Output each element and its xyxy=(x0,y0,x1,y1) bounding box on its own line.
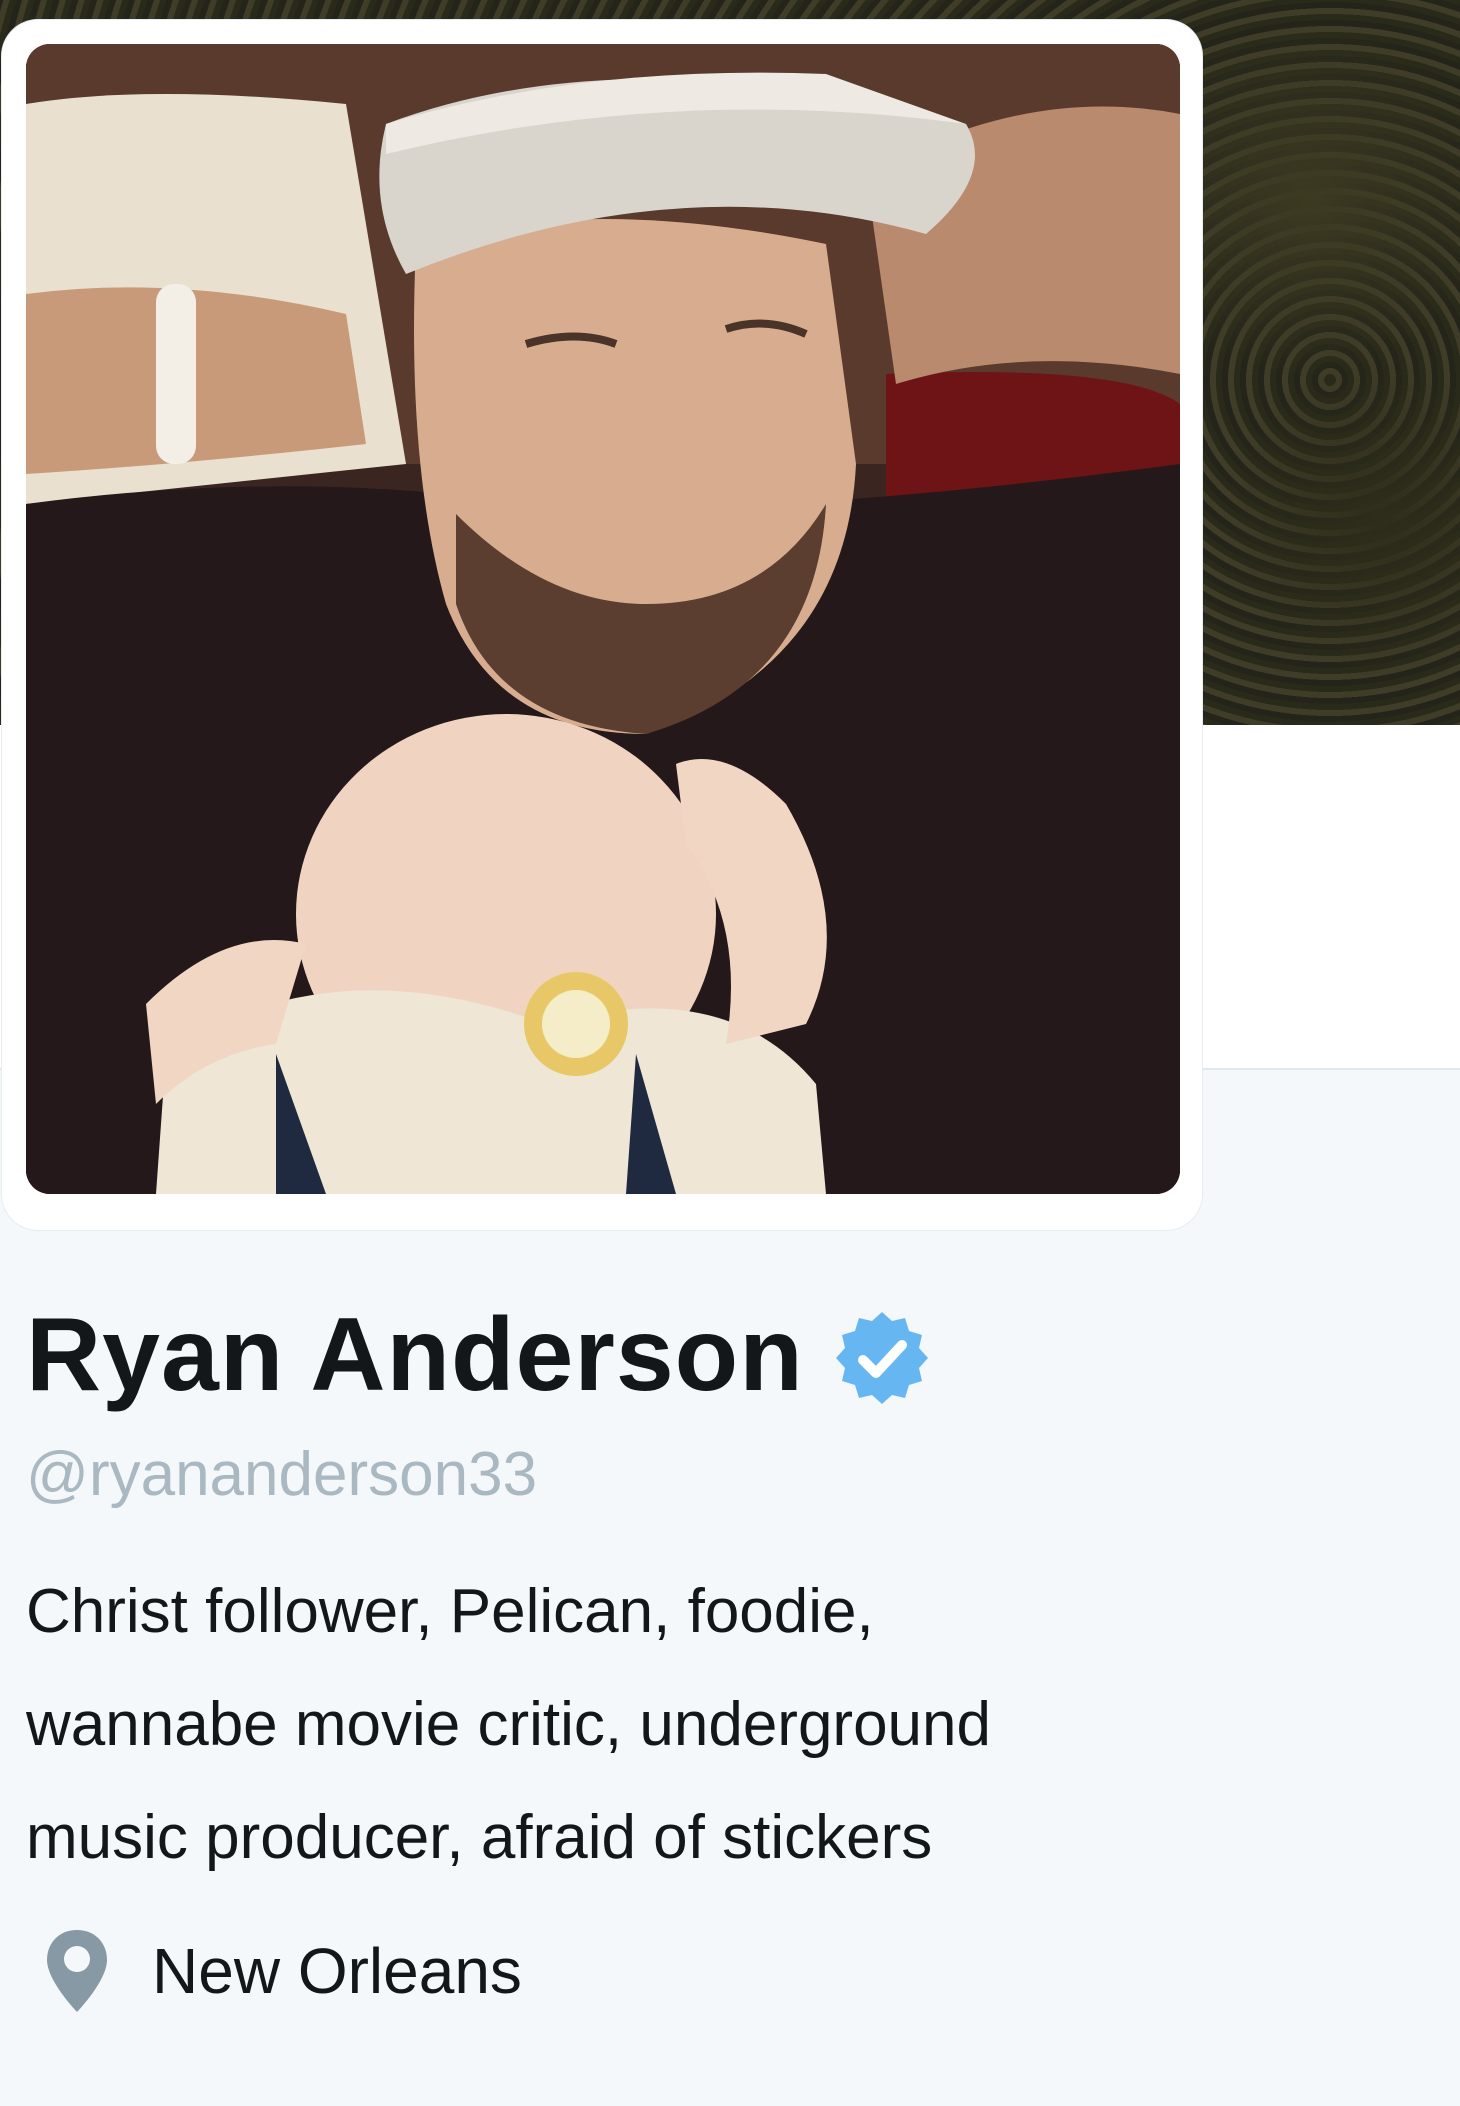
profile-name-row: Ryan Anderson xyxy=(26,1295,1426,1415)
profile-location: New Orleans xyxy=(26,1916,1426,2026)
bio-line: Christ follower, Pelican, foodie, xyxy=(26,1577,874,1646)
location-pin-icon xyxy=(42,1926,112,2016)
bio-line: music producer, afraid of stickers xyxy=(26,1803,933,1872)
avatar-photo[interactable] xyxy=(26,44,1180,1194)
profile-display-name[interactable]: Ryan Anderson xyxy=(26,1295,804,1415)
profile-avatar[interactable] xyxy=(2,20,1202,1230)
profile-location-text: New Orleans xyxy=(152,1935,522,2007)
verified-badge-icon xyxy=(832,1308,932,1408)
profile-screen-name[interactable]: @ryananderson33 xyxy=(26,1435,1426,1515)
bio-line: wannabe movie critic, underground xyxy=(26,1690,991,1759)
profile-bio: Christ follower, Pelican, foodie, wannab… xyxy=(26,1555,1426,1894)
profile-card: Ryan Anderson @ryananderson33 Christ fol… xyxy=(26,1295,1426,2026)
profile-page: Ryan Anderson @ryananderson33 Christ fol… xyxy=(0,0,1460,2106)
avatar-photo-illustration xyxy=(26,44,1180,1194)
